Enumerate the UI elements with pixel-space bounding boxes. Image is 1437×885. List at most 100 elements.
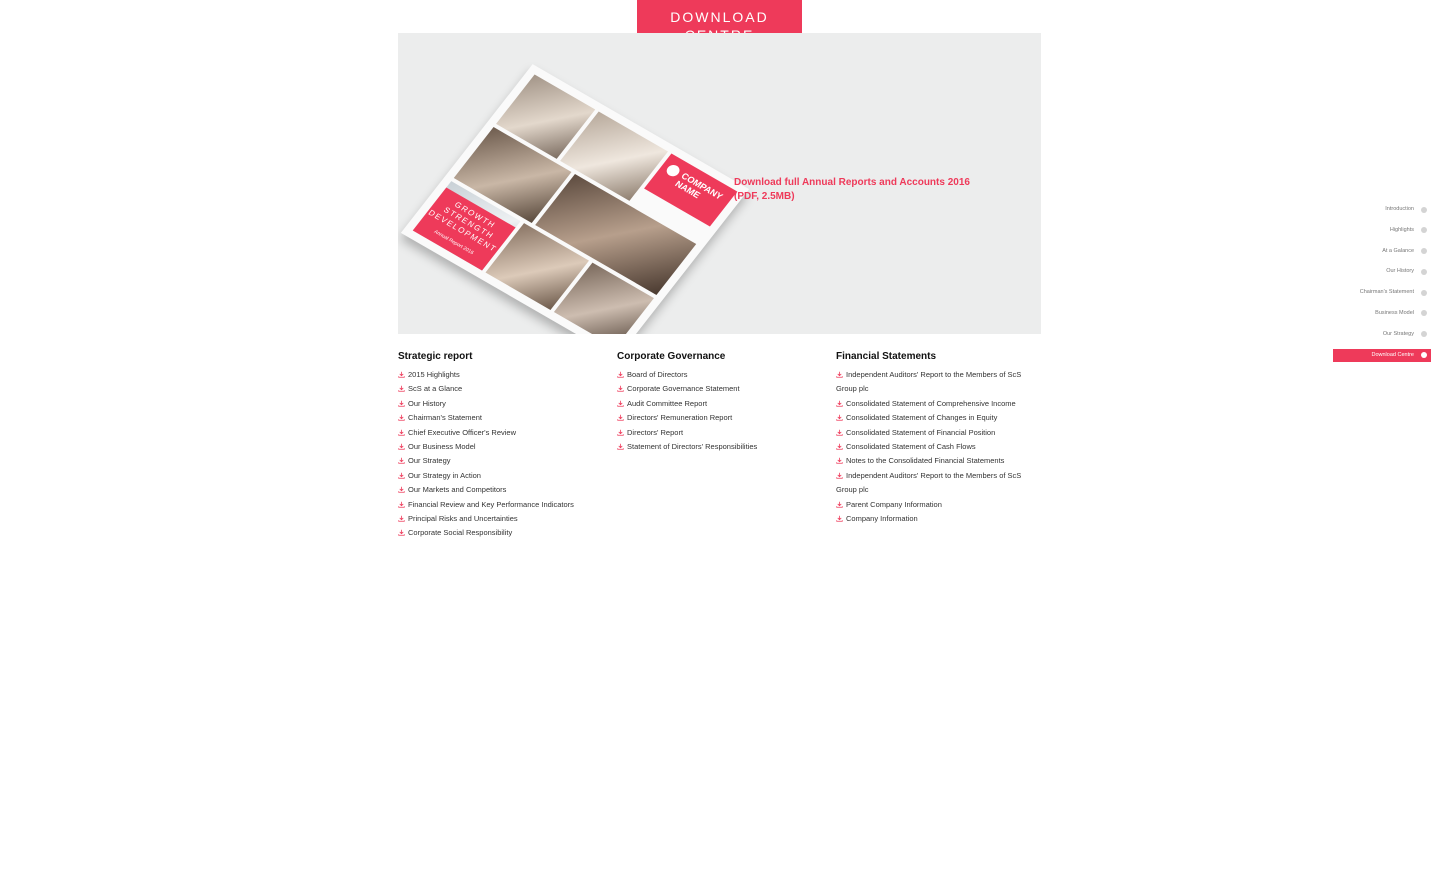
download-full-report-link[interactable]: Download full Annual Reports and Account… [734, 176, 984, 204]
download-item[interactable]: Independent Auditors' Report to the Memb… [836, 368, 1022, 397]
download-item-label: Our Strategy in Action [408, 470, 481, 480]
download-icon [398, 383, 405, 393]
download-item-label: Statement of Directors' Responsibilities [627, 442, 758, 452]
download-item-label: Corporate Social Responsibility [408, 528, 513, 538]
download-icon [836, 455, 843, 465]
tab-title-line1: DOWNLOAD [670, 9, 769, 25]
download-item-label: Audit Committee Report [627, 398, 708, 408]
annual-report-cover: COMPANY NAME GROWTH STRENGTH DEVELOPMENT… [400, 64, 750, 334]
download-item[interactable]: Our Markets and Competitors [398, 483, 613, 497]
sidenav-item[interactable]: Our History [1333, 265, 1431, 278]
hero-banner: COMPANY NAME GROWTH STRENGTH DEVELOPMENT… [398, 33, 1041, 334]
download-item[interactable]: Our History [398, 397, 613, 411]
sidenav-item-label: Chairman's Statement [1359, 289, 1414, 296]
download-icon [836, 441, 843, 450]
download-item-label: Our Strategy [408, 456, 451, 466]
download-item-label: Board of Directors [627, 370, 688, 379]
download-item[interactable]: Our Strategy [398, 454, 613, 468]
download-item[interactable]: Statement of Directors' Responsibilities [617, 440, 832, 454]
nav-dot-icon [1421, 310, 1427, 317]
download-item[interactable]: Chief Executive Officer's Review [398, 426, 613, 440]
download-item-label: Independent Auditors' Report to the Memb… [836, 470, 1022, 495]
download-icon [836, 499, 843, 508]
download-icon [398, 427, 405, 436]
download-icon [398, 412, 405, 421]
download-item-label: Our Business Model [408, 442, 476, 452]
nav-dot-icon [1421, 227, 1427, 234]
download-icon [617, 383, 624, 393]
download-item-label: Consolidated Statement of Changes in Equ… [846, 413, 998, 423]
download-item[interactable]: Consolidated Statement of Cash Flows [836, 440, 1022, 454]
download-item-label: 2015 Highlights [408, 370, 460, 379]
download-icon [836, 412, 843, 421]
sidenav-item[interactable]: At a Galance [1333, 245, 1431, 258]
download-icon [836, 369, 843, 378]
download-item[interactable]: Board of Directors [617, 368, 832, 382]
section-title: Corporate Governance [617, 351, 726, 362]
download-item[interactable]: Principal Risks and Uncertainties [398, 512, 613, 526]
download-icon [398, 470, 405, 479]
download-item-label: Consolidated Statement of Financial Posi… [846, 427, 996, 437]
download-item-label: Directors' Remuneration Report [627, 413, 733, 423]
download-item[interactable]: Notes to the Consolidated Financial Stat… [836, 454, 1022, 468]
download-item[interactable]: Consolidated Statement of Comprehensive … [836, 397, 1022, 411]
sidenav-item-label: Introduction [1385, 206, 1414, 212]
download-item[interactable]: Company Information [836, 512, 1022, 526]
download-item[interactable]: Consolidated Statement of Changes in Equ… [836, 411, 1022, 425]
download-item[interactable]: Corporate Social Responsibility [398, 526, 613, 540]
download-icon [836, 398, 843, 407]
download-icon [617, 398, 624, 407]
download-item-label: Notes to the Consolidated Financial Stat… [846, 456, 1005, 466]
download-icon [617, 369, 624, 378]
download-item-label: ScS at a Glance [408, 384, 463, 394]
download-item[interactable]: ScS at a Glance [398, 382, 613, 396]
sidenav-item[interactable]: Highlights [1333, 224, 1431, 237]
sidenav-item[interactable]: Business Model [1333, 307, 1431, 320]
sidenav-item[interactable]: Introduction [1333, 203, 1431, 216]
download-item[interactable]: Chairman's Statement [398, 411, 613, 425]
download-icon [398, 513, 405, 522]
download-item-label: Chairman's Statement [408, 413, 482, 423]
download-icon [398, 499, 405, 508]
download-item[interactable]: Independent Auditors' Report to the Memb… [836, 469, 1022, 498]
sidenav-item[interactable]: Our Strategy [1333, 328, 1431, 341]
download-item-label: Parent Company Information [846, 499, 942, 509]
download-item-label: Directors' Report [627, 427, 684, 437]
download-icon [398, 527, 405, 537]
download-item[interactable]: Corporate Governance Statement [617, 382, 832, 396]
download-item[interactable]: Directors' Report [617, 426, 832, 440]
nav-dot-icon [1421, 289, 1427, 296]
download-item[interactable]: Parent Company Information [836, 498, 1022, 512]
download-item-label: Company Information [846, 514, 918, 524]
download-icon [836, 470, 843, 479]
sidenav-item-label: At a Galance [1382, 247, 1414, 254]
section-strategic-report: Strategic report 2015 Highlights ScS at a… [398, 350, 613, 541]
download-item[interactable]: Financial Review and Key Performance Ind… [398, 498, 613, 512]
section-title: Financial Statements [836, 351, 937, 362]
sidenav-item[interactable]: Download Centre [1333, 348, 1431, 362]
download-item[interactable]: Consolidated Statement of Financial Posi… [836, 426, 1022, 440]
download-icon [836, 427, 843, 436]
download-icon [836, 513, 843, 522]
download-item[interactable]: Our Business Model [398, 440, 613, 454]
download-item-label: Principal Risks and Uncertainties [408, 514, 518, 524]
download-item-label: Independent Auditors' Report to the Memb… [836, 370, 1022, 394]
download-icon [398, 455, 405, 465]
download-item-label: Financial Review and Key Performance Ind… [408, 499, 574, 509]
sidenav-item[interactable]: Chairman's Statement [1333, 286, 1431, 299]
download-item[interactable]: Our Strategy in Action [398, 469, 613, 483]
section-corporate-governance: Corporate Governance Board of Directors C… [617, 350, 832, 454]
download-item[interactable]: Directors' Remuneration Report [617, 411, 832, 425]
download-item[interactable]: 2015 Highlights [398, 368, 613, 382]
download-icon [398, 369, 405, 378]
download-icon [617, 427, 624, 436]
sidenav-item-label: Our Strategy [1382, 330, 1414, 337]
download-item[interactable]: Audit Committee Report [617, 397, 832, 411]
nav-dot-icon [1421, 268, 1427, 275]
nav-dot-icon [1421, 206, 1427, 213]
download-list: Board of Directors Corporate Governance S… [617, 368, 832, 454]
sidenav-item-label: Highlights [1389, 226, 1414, 233]
sidenav-item-label: Download Centre [1371, 351, 1415, 358]
logo-dot-icon [664, 162, 683, 179]
download-item-label: Our History [408, 398, 446, 408]
